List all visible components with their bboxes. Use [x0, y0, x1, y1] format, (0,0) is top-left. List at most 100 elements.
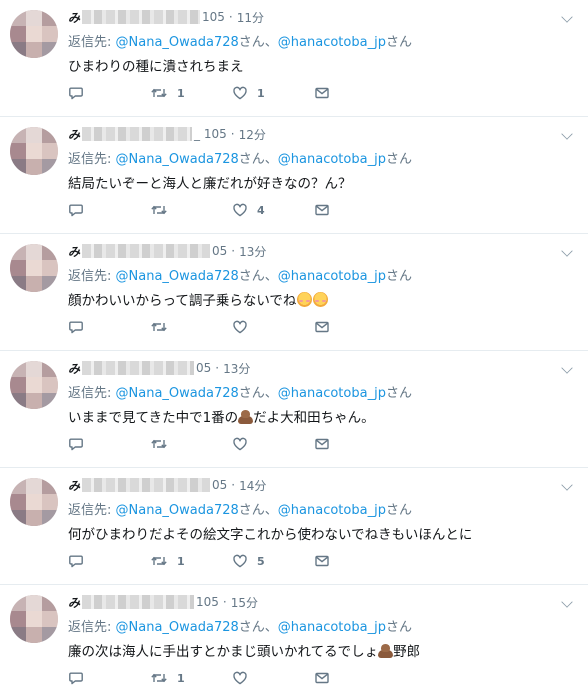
reply-button[interactable]	[68, 434, 150, 454]
reply-to-line: 返信先: @Nana_Owada728さん、@hanacotoba_jpさん	[68, 265, 576, 284]
tweet-text: 顔かわいいからって調子乗らないでね	[68, 289, 576, 309]
direct-message-button[interactable]	[314, 200, 396, 220]
tweet[interactable]: み 105 · 15分 返信先: @Nana_Owada728さん、@hanac…	[0, 585, 588, 698]
heart-icon	[233, 203, 247, 217]
avatar[interactable]	[10, 10, 58, 58]
mention-link[interactable]: @hanacotoba_jp	[278, 386, 386, 401]
reply-to-line: 返信先: @Nana_Owada728さん、@hanacotoba_jpさん	[68, 148, 576, 167]
envelope-icon	[315, 87, 329, 99]
mention-link[interactable]: @Nana_Owada728	[116, 386, 239, 401]
poop-emoji-icon	[378, 644, 394, 658]
tweet[interactable]: み _ 105 · 12分 返信先: @Nana_Owada728さん、@han…	[0, 117, 588, 234]
handle-suffix[interactable]: 05	[196, 361, 211, 375]
reply-icon	[69, 204, 83, 217]
retweet-button[interactable]	[150, 317, 232, 337]
tweet[interactable]: み 05 · 13分 返信先: @Nana_Owada728さん、@hanaco…	[0, 234, 588, 351]
retweet-icon	[151, 88, 167, 98]
avatar[interactable]	[10, 361, 58, 409]
reply-suffix: さん	[385, 386, 412, 401]
mention-link[interactable]: @hanacotoba_jp	[278, 269, 386, 284]
handle-suffix[interactable]: 05	[212, 478, 227, 492]
avatar[interactable]	[10, 127, 58, 175]
mention-link[interactable]: @hanacotoba_jp	[278, 152, 386, 167]
tweet-header: み 05 · 13分	[68, 242, 576, 260]
poop-emoji-icon	[238, 410, 254, 424]
mention-link[interactable]: @Nana_Owada728	[116, 152, 239, 167]
retweet-count: 1	[177, 86, 185, 100]
retweet-button[interactable]: 1	[150, 83, 232, 103]
tweet-actions: 4	[68, 200, 396, 220]
blurred-handle	[82, 595, 195, 609]
reply-button[interactable]	[68, 668, 150, 688]
tweet-text: 廉の次は海人に手出すとかまじ頭いかれてるでしょ 野郎	[68, 640, 576, 660]
timestamp[interactable]: 14分	[239, 477, 266, 494]
reply-prefix: 返信先:	[68, 620, 116, 635]
reply-prefix: 返信先:	[68, 152, 116, 167]
like-count: 5	[257, 554, 265, 568]
tweet-text: ひまわりの種に潰されちまえ	[68, 55, 576, 75]
mention-link[interactable]: @Nana_Owada728	[116, 620, 239, 635]
timestamp[interactable]: 13分	[223, 360, 250, 377]
direct-message-button[interactable]	[314, 83, 396, 103]
display-name[interactable]: み	[68, 360, 80, 377]
retweet-button[interactable]	[150, 434, 232, 454]
reply-suffix: さん、	[238, 386, 278, 401]
timestamp[interactable]: 15分	[231, 594, 258, 611]
tweet-feed: み 105 · 11分 返信先: @Nana_Owada728さん、@hanac…	[0, 0, 588, 698]
avatar[interactable]	[10, 244, 58, 292]
direct-message-button[interactable]	[314, 551, 396, 571]
mention-link[interactable]: @Nana_Owada728	[116, 35, 239, 50]
display-name[interactable]: み	[68, 126, 80, 143]
reply-to-line: 返信先: @Nana_Owada728さん、@hanacotoba_jpさん	[68, 31, 576, 50]
timestamp[interactable]: 11分	[237, 9, 264, 26]
separator-dot: ·	[222, 595, 227, 609]
tweet-text-body: 顔かわいいからって調子乗らないでね	[68, 293, 297, 309]
avatar[interactable]	[10, 595, 58, 643]
handle-suffix[interactable]: 105	[196, 595, 219, 609]
handle-suffix[interactable]: _ 105	[194, 127, 227, 141]
envelope-icon	[315, 555, 329, 567]
like-button[interactable]	[232, 668, 314, 688]
mention-link[interactable]: @hanacotoba_jp	[278, 620, 386, 635]
tweet-text-body: 結局たいぞーと海人と廉だれが好きなの？ん？	[68, 176, 352, 192]
reply-button[interactable]	[68, 317, 150, 337]
like-count: 4	[257, 203, 265, 217]
timestamp[interactable]: 13分	[239, 243, 266, 260]
display-name[interactable]: み	[68, 477, 80, 494]
blurred-handle	[82, 361, 195, 375]
like-count: 1	[257, 86, 265, 100]
like-button[interactable]: 4	[232, 200, 314, 220]
reply-button[interactable]	[68, 551, 150, 571]
handle-suffix[interactable]: 105	[202, 10, 225, 24]
reply-button[interactable]	[68, 200, 150, 220]
retweet-icon	[151, 205, 167, 215]
display-name[interactable]: み	[68, 243, 80, 260]
mention-link[interactable]: @hanacotoba_jp	[278, 503, 386, 518]
tweet[interactable]: み 105 · 11分 返信先: @Nana_Owada728さん、@hanac…	[0, 0, 588, 117]
retweet-button[interactable]: 1	[150, 551, 232, 571]
like-button[interactable]	[232, 317, 314, 337]
mention-link[interactable]: @Nana_Owada728	[116, 269, 239, 284]
like-button[interactable]	[232, 434, 314, 454]
heart-icon	[233, 554, 247, 568]
reply-button[interactable]	[68, 83, 150, 103]
avatar[interactable]	[10, 478, 58, 526]
heart-icon	[233, 86, 247, 100]
tweet-text-tail: だよ大和田ちゃん。	[253, 410, 375, 426]
timestamp[interactable]: 12分	[239, 126, 266, 143]
display-name[interactable]: み	[68, 594, 80, 611]
mention-link[interactable]: @hanacotoba_jp	[278, 35, 386, 50]
display-name[interactable]: み	[68, 9, 80, 26]
tweet[interactable]: み 05 · 14分 返信先: @Nana_Owada728さん、@hanaco…	[0, 468, 588, 585]
direct-message-button[interactable]	[314, 668, 396, 688]
retweet-button[interactable]: 1	[150, 668, 232, 688]
retweet-button[interactable]	[150, 200, 232, 220]
like-button[interactable]: 5	[232, 551, 314, 571]
handle-suffix[interactable]: 05	[212, 244, 227, 258]
like-button[interactable]: 1	[232, 83, 314, 103]
direct-message-button[interactable]	[314, 434, 396, 454]
tweet-header: み 05 · 13分	[68, 359, 576, 377]
tweet[interactable]: み 05 · 13分 返信先: @Nana_Owada728さん、@hanaco…	[0, 351, 588, 468]
direct-message-button[interactable]	[314, 317, 396, 337]
mention-link[interactable]: @Nana_Owada728	[116, 503, 239, 518]
